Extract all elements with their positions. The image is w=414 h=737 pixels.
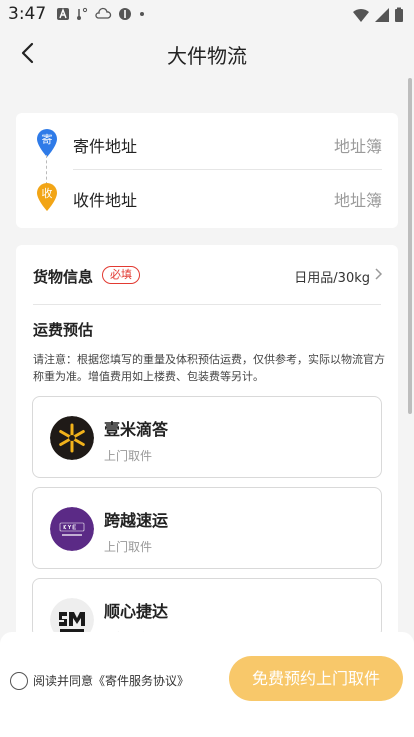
sender-address-label: 寄件地址 (73, 137, 138, 156)
status-bar: 3:47 (0, 0, 414, 30)
fee-estimate-note: 请注意：根据您填写的重量及体积预估运费，仅供参考，实际以物流官方称重为准。增值费… (33, 353, 385, 383)
book-pickup-button[interactable]: 免费预约上门取件 (229, 656, 403, 701)
carrier-name: 顺心捷达 (104, 602, 169, 621)
sender-address-book-link[interactable]: 地址簿 (334, 133, 382, 157)
receiver-address-label: 收件地址 (73, 191, 138, 210)
signal-icon (375, 8, 389, 22)
fee-estimate-title: 运费预估 (33, 321, 94, 339)
receiver-badge-text: 收 (42, 186, 53, 200)
temperature-icon (77, 7, 88, 20)
carrier-option[interactable]: 跨越速运 上门取件 (32, 487, 382, 569)
dot-icon (140, 12, 144, 16)
bottom-action-bar: 阅读并同意《寄件服务协议》 免费预约上门取件 (0, 632, 414, 737)
carrier-option[interactable]: 顺心捷达 上门取件 (32, 578, 382, 638)
sender-badge-text: 寄 (42, 132, 53, 146)
agree-checkbox[interactable] (10, 672, 28, 690)
carrier-option[interactable]: 壹米滴答 上门取件 (32, 396, 382, 478)
nav-bar: 大件物流 (0, 30, 414, 76)
required-badge: 必填 (102, 266, 140, 284)
status-notification-icons (56, 7, 146, 21)
chevron-right-icon (375, 268, 383, 280)
wifi-icon (353, 8, 369, 22)
address-card: 寄 寄件地址 地址簿 收 收件地址 地址簿 (16, 113, 398, 228)
receiver-address-row[interactable]: 收 收件地址 地址簿 (16, 172, 398, 222)
goods-info-title: 货物信息 (33, 268, 94, 286)
address-divider (73, 169, 382, 170)
goods-info-value: 日用品/30kg (294, 271, 370, 286)
shield-app-icon (119, 8, 131, 20)
sender-pin-icon: 寄 (37, 129, 57, 157)
carrier-subtitle: 上门取件 (104, 449, 153, 463)
carrier-name: 壹米滴答 (104, 420, 169, 439)
receiver-pin-icon: 收 (37, 183, 57, 211)
page-title: 大件物流 (167, 44, 247, 68)
status-system-icons (352, 7, 404, 23)
battery-icon (395, 7, 403, 22)
kye-logo-icon (50, 507, 94, 551)
goods-card: 货物信息 必填 日用品/30kg 运费预估 请注意：根据您填写的重量及体积预估运… (16, 245, 398, 645)
weather-cloud-icon (95, 7, 112, 19)
receiver-address-book-link[interactable]: 地址簿 (334, 187, 382, 211)
sender-address-row[interactable]: 寄 寄件地址 地址簿 (16, 118, 398, 168)
agree-terms-text[interactable]: 阅读并同意《寄件服务协议》 (33, 672, 189, 689)
yimi-logo-icon (50, 416, 94, 460)
status-time: 3:47 (8, 4, 47, 24)
scrollbar[interactable] (408, 78, 412, 414)
goods-info-row[interactable]: 货物信息 必填 日用品/30kg (16, 245, 398, 305)
carrier-subtitle: 上门取件 (104, 540, 153, 554)
carrier-name: 跨越速运 (104, 511, 169, 530)
app-a-icon (57, 8, 69, 20)
goods-divider (33, 304, 381, 305)
